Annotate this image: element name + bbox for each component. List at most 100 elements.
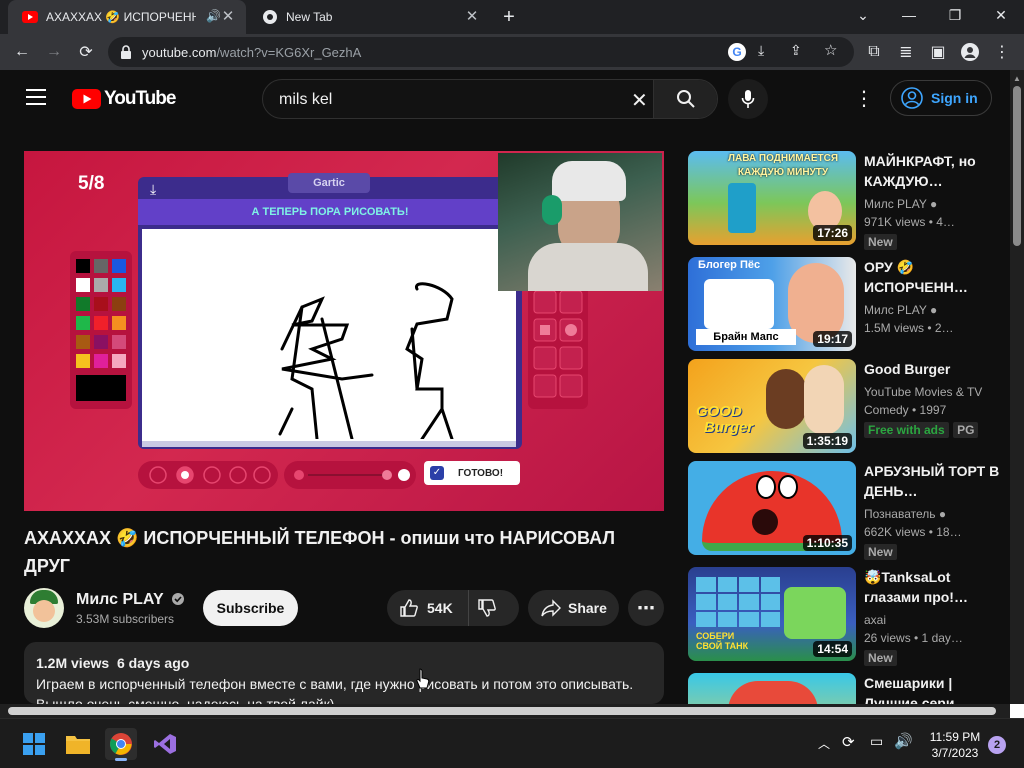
- search-input[interactable]: mils kel: [279, 91, 332, 109]
- share-button[interactable]: Share: [528, 590, 619, 626]
- browser-tab-strip: АХАХХАХ 🤣 ИСПОРЧЕННЫЙ 🔊 ✕ New Tab ✕ + ⌄ …: [0, 0, 1024, 34]
- share-page-icon[interactable]: ⇪: [790, 42, 802, 59]
- tool-panel: [528, 285, 588, 409]
- video-thumbnail[interactable]: Блогер Пёс Брайн Мапс 19:17: [688, 257, 856, 351]
- channel-avatar[interactable]: [24, 588, 64, 628]
- new-badge: New: [864, 650, 897, 666]
- reload-icon[interactable]: ⟳: [74, 40, 98, 64]
- recommendation-channel: Милс PLAY ●: [864, 197, 938, 211]
- game-prompt: А ТЕПЕРЬ ПОРА РИСОВАТЬ!: [138, 199, 522, 225]
- youtube-logo[interactable]: YouTube: [72, 88, 176, 110]
- close-tab-icon[interactable]: ✕: [464, 9, 480, 25]
- tab-youtube[interactable]: АХАХХАХ 🤣 ИСПОРЧЕННЫЙ 🔊 ✕: [8, 0, 246, 34]
- recommendation-channel: axai: [864, 613, 887, 627]
- chrome-taskbar-icon[interactable]: [105, 728, 137, 761]
- voice-search-button[interactable]: [728, 79, 768, 119]
- new-badge: New: [864, 544, 897, 560]
- settings-more-icon[interactable]: ⋮: [854, 86, 874, 111]
- recommendation-item[interactable]: GOOD Burger 1:35:19 Good Burger YouTube …: [688, 359, 1008, 453]
- browser-toolbar: ← → ⟳ youtube.com/watch?v=KG6Xr_GezhA G …: [0, 34, 1024, 70]
- thumbnail-caption: ЛАВА ПОДНИМАЕТСЯ: [727, 153, 839, 164]
- video-thumbnail[interactable]: ЛАВА ПОДНИМАЕТСЯ КАЖДУЮ МИНУТУ 17:26: [688, 151, 856, 245]
- search-box[interactable]: mils kel ✕: [262, 79, 718, 119]
- extensions-puzzle-icon[interactable]: ⧉: [862, 40, 886, 64]
- clear-search-icon[interactable]: ✕: [631, 88, 648, 113]
- recommendation-title: МАЙНКРАФТ, но КАЖДУЮ…: [864, 153, 976, 189]
- video-description[interactable]: 1.2M views 6 days ago Играем в испорченн…: [24, 642, 664, 704]
- recommendation-meta: Comedy • 1997: [864, 403, 947, 417]
- channel-name[interactable]: Милс PLAY: [76, 591, 185, 609]
- subscriber-count: 3.53M subscribers: [76, 612, 175, 626]
- tab-new-tab[interactable]: New Tab ✕: [248, 0, 490, 34]
- minimize-icon[interactable]: —: [886, 0, 932, 30]
- file-explorer-icon[interactable]: [62, 728, 94, 760]
- recommendation-item[interactable]: ЛАВА ПОДНИМАЕТСЯ КАЖДУЮ МИНУТУ 17:26 МАЙ…: [688, 151, 1008, 250]
- verified-check-icon: [171, 593, 184, 605]
- duration-badge: 1:10:35: [802, 535, 852, 551]
- windows-start-icon[interactable]: [18, 728, 50, 760]
- thumbnail-caption: Брайн Мапс: [696, 329, 796, 345]
- done-button: ✓ ГОТОВО!: [424, 461, 520, 485]
- show-hidden-icons-chevron-icon[interactable]: ︿: [818, 735, 830, 752]
- profile-icon[interactable]: [958, 40, 982, 64]
- free-with-ads-badge: Free with ads: [864, 422, 949, 438]
- side-panel-icon[interactable]: ▣: [926, 40, 950, 64]
- bookmark-star-icon[interactable]: ☆: [824, 41, 837, 59]
- search-button[interactable]: [653, 80, 717, 118]
- back-arrow-icon[interactable]: ←: [10, 40, 34, 64]
- chrome-favicon-icon: [262, 9, 278, 25]
- network-monitor-icon[interactable]: ▭: [870, 733, 883, 750]
- thumbs-up-icon: [400, 599, 418, 617]
- video-title: АХАХХАХ 🤣 ИСПОРЧЕННЫЙ ТЕЛЕФОН - опиши чт…: [24, 528, 615, 576]
- tab-search-chevron-icon[interactable]: ⌄: [840, 0, 886, 30]
- tab-title: АХАХХАХ 🤣 ИСПОРЧЕННЫЙ: [46, 10, 196, 24]
- video-thumbnail[interactable]: [688, 673, 856, 704]
- duration-badge: 14:54: [813, 641, 852, 657]
- color-palette: [70, 251, 132, 409]
- system-clock[interactable]: 11:59 PM 3/7/2023: [924, 729, 986, 761]
- recommendation-item[interactable]: Блогер Пёс Брайн Мапс 19:17 ОРУ 🤣 ИСПОРЧ…: [688, 257, 1008, 351]
- thumbnail-caption: Burger: [704, 419, 754, 436]
- vertical-scroll-thumb[interactable]: [1013, 86, 1021, 246]
- sync-icon[interactable]: ⟳: [842, 733, 855, 751]
- recommendation-item[interactable]: СОБЕРИ СВОЙ ТАНК 14:54 🤯TanksaLot глазам…: [688, 567, 1008, 666]
- google-lens-icon[interactable]: G: [728, 43, 746, 61]
- horizontal-scroll-thumb[interactable]: [8, 707, 996, 715]
- video-thumbnail[interactable]: 1:10:35: [688, 461, 856, 555]
- forward-arrow-icon[interactable]: →: [42, 40, 66, 64]
- account-circle-icon: [901, 87, 923, 109]
- recommendation-item[interactable]: 1:10:35 АРБУЗНЫЙ ТОРТ В ДЕНЬ… Познавател…: [688, 461, 1008, 560]
- recommendation-meta: 1.5M views • 2…: [864, 321, 954, 335]
- video-thumbnail[interactable]: СОБЕРИ СВОЙ ТАНК 14:54: [688, 567, 856, 661]
- dislike-button[interactable]: [477, 598, 497, 621]
- audio-playing-icon[interactable]: 🔊: [206, 9, 221, 23]
- recommendation-channel: Милс PLAY ●: [864, 303, 938, 317]
- close-window-icon[interactable]: ✕: [978, 0, 1024, 30]
- new-tab-plus-icon[interactable]: +: [498, 6, 520, 28]
- video-thumbnail[interactable]: GOOD Burger 1:35:19: [688, 359, 856, 453]
- like-button[interactable]: 54K: [387, 590, 469, 626]
- scroll-corner: [1010, 704, 1024, 718]
- scroll-up-arrow-icon[interactable]: ▲: [1013, 74, 1021, 83]
- subscribe-button[interactable]: Subscribe: [203, 590, 298, 626]
- recommendation-title: Смешарики | Лучшие сери…: [864, 675, 969, 704]
- chrome-menu-icon[interactable]: ⋮: [990, 40, 1014, 64]
- more-actions-icon[interactable]: ⋯: [628, 590, 664, 626]
- sign-in-button[interactable]: Sign in: [890, 80, 992, 116]
- drawing-canvas: [142, 229, 516, 447]
- volume-icon[interactable]: 🔊: [894, 732, 913, 750]
- close-tab-icon[interactable]: ✕: [220, 9, 236, 25]
- visual-studio-icon[interactable]: [149, 728, 181, 760]
- install-app-icon[interactable]: ⤓: [758, 42, 764, 59]
- recommendation-item[interactable]: Смешарики | Лучшие сери…: [688, 673, 1008, 704]
- microphone-icon: [741, 90, 755, 108]
- vertical-scrollbar[interactable]: ▲: [1010, 70, 1024, 704]
- video-player[interactable]: 5/8 ⤓ Gartic А ТЕПЕРЬ ПОРА РИСОВАТЬ! ✓ Г…: [24, 151, 664, 511]
- media-controls-icon[interactable]: ≣: [894, 40, 918, 64]
- round-counter: 5/8: [78, 173, 105, 194]
- address-bar[interactable]: youtube.com/watch?v=KG6Xr_GezhA G ⤓ ⇪ ☆: [108, 37, 854, 67]
- horizontal-scrollbar[interactable]: [0, 704, 1010, 718]
- notification-count-badge[interactable]: 2: [988, 736, 1006, 754]
- restore-icon[interactable]: ❐: [932, 0, 978, 30]
- hamburger-menu-icon[interactable]: [26, 89, 46, 105]
